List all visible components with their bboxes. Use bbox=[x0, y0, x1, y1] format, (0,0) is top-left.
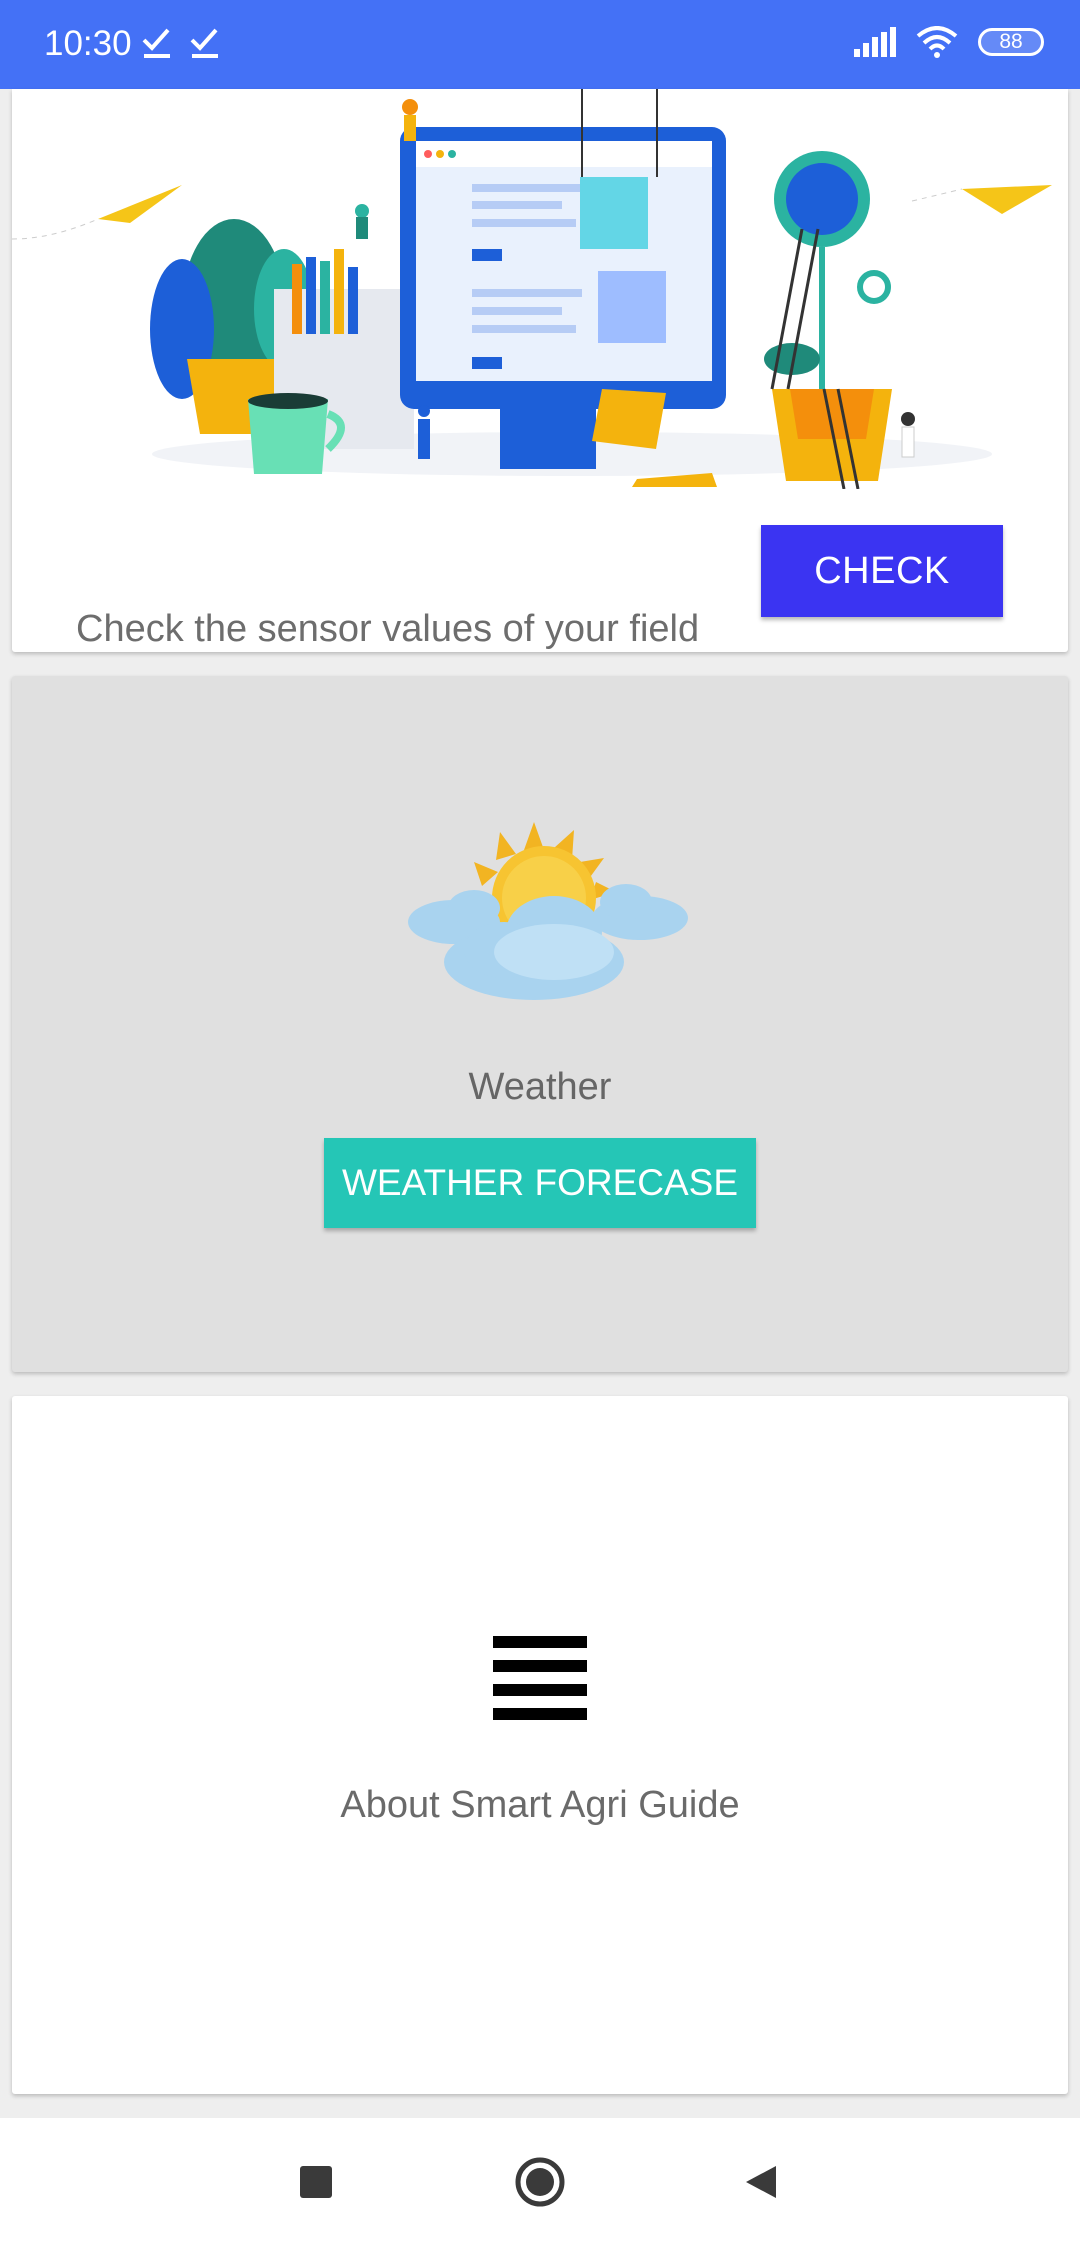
back-icon[interactable] bbox=[742, 2162, 782, 2202]
weather-forecast-button[interactable]: WEATHER FORECASE bbox=[324, 1138, 756, 1228]
navigation-bar bbox=[0, 2118, 1080, 2246]
weather-title: Weather bbox=[468, 1066, 612, 1108]
wifi-icon bbox=[916, 26, 958, 58]
sensor-card: Check the sensor values of your field CH… bbox=[12, 89, 1068, 652]
weather-card: Weather WEATHER FORECASE bbox=[12, 676, 1068, 1372]
check-icon bbox=[142, 28, 170, 58]
home-icon[interactable] bbox=[514, 2156, 566, 2208]
about-card[interactable]: About Smart Agri Guide bbox=[12, 1396, 1068, 2094]
status-time: 10:30 bbox=[44, 24, 132, 63]
signal-icon bbox=[854, 27, 896, 57]
battery-icon: 88 bbox=[978, 28, 1044, 56]
status-icons: 88 bbox=[854, 26, 1044, 58]
sensor-description: Check the sensor values of your field bbox=[76, 608, 700, 650]
menu-icon bbox=[493, 1636, 587, 1720]
check-icon bbox=[190, 28, 218, 58]
sensor-illustration bbox=[12, 89, 1052, 489]
check-button[interactable]: CHECK bbox=[761, 525, 1003, 617]
status-bar: 10:30 88 bbox=[0, 0, 1080, 89]
recents-icon[interactable] bbox=[296, 2162, 336, 2202]
weather-icon bbox=[408, 822, 688, 1000]
about-label: About Smart Agri Guide bbox=[340, 1784, 740, 1826]
